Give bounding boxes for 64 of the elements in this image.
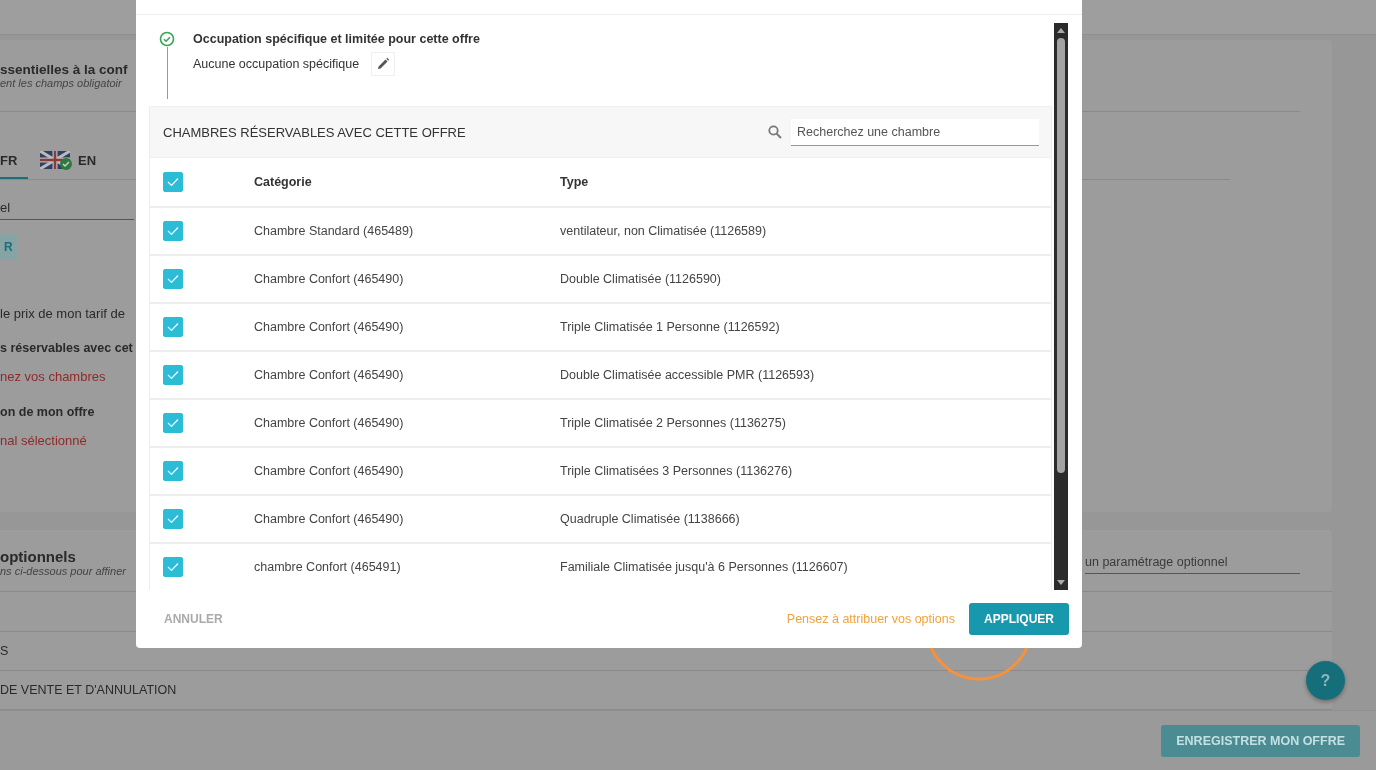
table-cell-text: Chambre Confort (465490): [254, 272, 405, 286]
section-item[interactable]: S: [0, 643, 9, 658]
checkbox[interactable]: [163, 221, 183, 241]
section-title: ssentielles à la conf: [0, 62, 128, 77]
apply-button[interactable]: APPLIQUER: [969, 603, 1069, 635]
check-icon: [167, 370, 179, 380]
check-icon: [167, 562, 179, 572]
checkbox[interactable]: [163, 317, 183, 337]
price-text: le prix de mon tarif de: [0, 306, 125, 321]
checkbox[interactable]: [163, 269, 183, 289]
check-icon: [167, 226, 179, 236]
table-cell-text: Chambre Standard (465489): [254, 224, 415, 238]
checkbox[interactable]: [163, 557, 183, 577]
column-header: Type: [560, 175, 590, 189]
checkbox[interactable]: [163, 365, 183, 385]
table-cell-text: Double Climatisée (1126590): [560, 272, 722, 286]
check-icon: [167, 418, 179, 428]
section-item[interactable]: DE VENTE ET D'ANNULATION: [0, 682, 177, 697]
check-icon: [167, 322, 179, 332]
checkbox[interactable]: [163, 461, 183, 481]
edit-button[interactable]: [371, 52, 396, 76]
check-icon: [167, 274, 179, 284]
save-button[interactable]: ENREGISTRER MON OFFRE: [1161, 724, 1360, 757]
language-tab[interactable]: EN: [40, 150, 99, 179]
search-field[interactable]: Recherchez une chambre: [791, 118, 1039, 146]
occupation-title: Occupation spécifique et limitée pour cette offre: [193, 32, 480, 46]
panel-title: CHAMBRES RÉSERVABLES AVEC CETTE OFFRE: [163, 124, 466, 140]
column-header: Catégorie: [254, 175, 313, 189]
section-subtitle: ent les champs obligatoir: [0, 77, 122, 89]
action-button[interactable]: R: [0, 234, 17, 260]
cancel-button[interactable]: ANNULER: [164, 608, 223, 630]
table-cell-text: Chambre Confort (465490): [254, 512, 405, 526]
pencil-icon: [376, 57, 391, 71]
text-field[interactable]: el: [0, 200, 134, 220]
option-label: on de mon offre: [0, 405, 95, 419]
table-cell-text: Chambre Confort (465490): [254, 368, 405, 382]
table-cell-text: Familiale Climatisée jusqu'à 6 Personnes (1126607): [560, 560, 849, 574]
language-tab[interactable]: FR: [0, 150, 28, 179]
scrollbar[interactable]: [1054, 23, 1068, 590]
table-cell-text: Double Climatisée accessible PMR (1126593): [560, 368, 816, 382]
occupation-value: Aucune occupation spécifique: [193, 57, 360, 71]
table-cell-text: Triple Climatisée 1 Personne (1126592): [560, 320, 781, 334]
rooms-label: s réservables avec cet: [0, 341, 133, 355]
check-icon: [167, 466, 179, 476]
search-field[interactable]: un paramétrage optionnel: [1085, 555, 1300, 575]
option-value: nal sélectionné: [0, 433, 87, 448]
check-icon: [167, 177, 179, 187]
table-cell-text: ventilateur, non Climatisée (1126589): [560, 224, 768, 238]
table-cell-text: Triple Climatisées 3 Personnes (1136276): [560, 464, 794, 478]
checkbox[interactable]: [163, 172, 183, 192]
table-cell-text: Chambre Confort (465490): [254, 464, 405, 478]
check-icon: [167, 514, 179, 524]
section-subtitle: ns ci-dessous pour affiner: [0, 565, 126, 578]
rooms-value: nez vos chambres: [0, 369, 106, 384]
table-cell-text: Quadruple Climatisée (1138666): [560, 512, 741, 526]
table-cell-text: Chambre Confort (465490): [254, 320, 405, 334]
hint-text: Pensez à attribuer vos options: [786, 612, 955, 626]
table-cell-text: Chambre Confort (465490): [254, 416, 405, 430]
table-cell-text: chambre Confort (465491): [254, 560, 402, 574]
search-icon: [768, 125, 782, 139]
section-title: optionnels: [0, 548, 77, 566]
checkbox[interactable]: [163, 413, 183, 433]
table-cell-text: Triple Climatisée 2 Personnes (1136275): [560, 416, 787, 430]
checkbox[interactable]: [163, 509, 183, 529]
